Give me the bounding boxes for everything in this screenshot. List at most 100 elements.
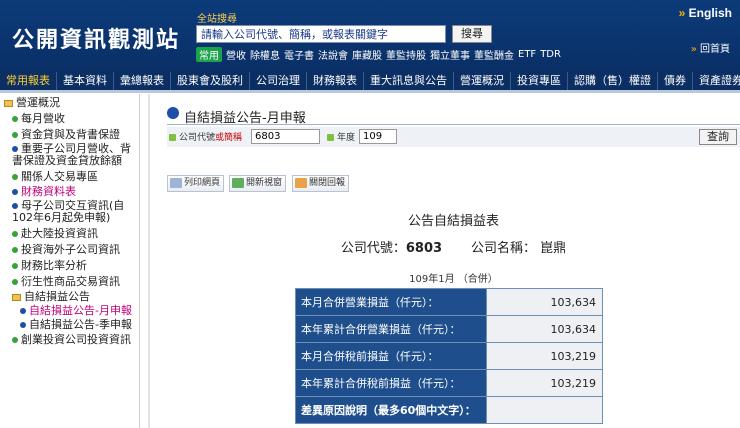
- sidebar-item-operations[interactable]: 營運概況: [4, 97, 60, 109]
- self-assessed-income-table: 本月合併營業損益（仟元）： 103,634 本年累計合併營業損益（仟元）： 10…: [295, 288, 603, 424]
- sidebar-item-overseas-investment[interactable]: 投資海外子公司資訊: [12, 244, 120, 256]
- table-row: 差異原因說明（最多60個中文字）：: [295, 396, 603, 424]
- quick-link[interactable]: 董監酬金: [474, 47, 514, 62]
- quick-link[interactable]: 董監持股: [386, 47, 426, 62]
- sidebar-item-label: 自結損益公告: [24, 290, 90, 303]
- nav-item-common-reports[interactable]: 常用報表: [0, 72, 57, 90]
- sidebar-item-label: 自結損益公告-月申報: [29, 304, 132, 317]
- sidebar-divider: [148, 94, 150, 428]
- bullet-icon: [12, 146, 18, 152]
- bullet-icon: [12, 203, 18, 209]
- sidebar-item-subsidiary-revenue[interactable]: 重要子公司月營收、背書保證及資金貸放餘額: [12, 143, 138, 167]
- query-button[interactable]: 查詢: [699, 129, 737, 145]
- sidebar-item-label: 資金貸與及背書保證: [21, 128, 120, 141]
- nav-item-investment[interactable]: 投資專區: [511, 72, 568, 90]
- close-window-icon: [295, 177, 307, 188]
- double-chevron-icon: »: [690, 44, 697, 55]
- quick-link[interactable]: 庫藏股: [352, 47, 382, 62]
- sidebar-item-lending[interactable]: 資金貸與及背書保證: [12, 129, 120, 141]
- sidebar-item-label: 財務資料表: [21, 185, 76, 198]
- nav-item-summary-reports[interactable]: 彙總報表: [114, 72, 171, 90]
- company-name-caption: 公司名稱：: [470, 241, 536, 256]
- leaf-icon: [12, 132, 18, 138]
- nav-item-financials[interactable]: 財務報表: [307, 72, 364, 90]
- sidebar-item-financial-data[interactable]: 財務資料表: [12, 186, 76, 198]
- row-value: [486, 396, 603, 424]
- double-chevron-icon: »: [678, 6, 686, 20]
- leaf-icon: [12, 231, 18, 237]
- plus-icon: [169, 134, 176, 141]
- table-row: 本年累計合併稅前損益（仟元）： 103,219: [295, 369, 603, 397]
- english-link[interactable]: » English: [679, 6, 732, 20]
- printer-icon: [170, 177, 182, 188]
- page-title: 自結損益公告-月申報: [184, 111, 306, 126]
- query-bar: 公司代號或簡稱 年度 查詢: [167, 127, 740, 147]
- nav-divider: [0, 90, 740, 93]
- new-window-button[interactable]: 開新視窗: [229, 175, 287, 192]
- sidebar-item-venture-capital[interactable]: 創業投資公司投資資訊: [12, 334, 131, 346]
- close-report-button-label: 關閉回報: [309, 178, 346, 188]
- row-label: 本月合併稅前損益（仟元）：: [295, 342, 487, 370]
- nav-item-shareholders[interactable]: 股東會及股利: [171, 72, 250, 90]
- nav-item-operations[interactable]: 營運概況: [454, 72, 511, 90]
- site-logo[interactable]: 公開資訊觀測站: [12, 22, 180, 54]
- quick-link[interactable]: 除權息: [250, 47, 280, 62]
- nav-item-announcements[interactable]: 重大訊息與公告: [364, 72, 454, 90]
- quick-link[interactable]: 法說會: [318, 47, 348, 62]
- sidebar-item-label: 營運概況: [16, 96, 60, 109]
- page-title-bar: 自結損益公告-月申報: [167, 105, 740, 126]
- quick-links-badge: 常用: [196, 47, 222, 62]
- new-window-icon: [232, 177, 244, 188]
- search-label: 全站搜尋: [197, 14, 237, 25]
- leaf-icon: [12, 174, 18, 180]
- sidebar-item-china-investment[interactable]: 赴大陸投資資訊: [12, 228, 98, 240]
- leaf-icon: [12, 247, 18, 253]
- leaf-icon: [12, 337, 18, 343]
- close-report-button[interactable]: 關閉回報: [292, 175, 350, 192]
- row-value: 103,219: [486, 342, 603, 370]
- home-link-label: 回首頁: [700, 44, 730, 55]
- leaf-icon: [12, 263, 18, 269]
- sidebar-item-self-assessed-monthly[interactable]: 自結損益公告-月申報: [20, 305, 132, 317]
- print-button[interactable]: 列印網頁: [167, 175, 225, 192]
- quick-link[interactable]: TDR: [540, 49, 561, 60]
- sidebar-item-label: 投資海外子公司資訊: [21, 243, 120, 256]
- folder-open-icon: [4, 99, 13, 107]
- row-label: 本年累計合併稅前損益（仟元）：: [295, 369, 487, 397]
- globe-icon: [167, 107, 179, 119]
- search-button[interactable]: 搜尋: [452, 25, 492, 43]
- quick-link[interactable]: ETF: [518, 49, 536, 60]
- quick-link[interactable]: 獨立董事: [430, 47, 470, 62]
- quick-link[interactable]: 營收: [226, 47, 246, 62]
- nav-item-basic-data[interactable]: 基本資料: [57, 72, 114, 90]
- sidebar-item-label: 衍生性商品交易資訊: [21, 275, 120, 288]
- home-link[interactable]: » 回首頁: [691, 40, 730, 55]
- bullet-icon: [12, 189, 18, 195]
- sidebar-item-related-party[interactable]: 關係人交易專區: [12, 171, 98, 183]
- search-input[interactable]: [196, 25, 446, 43]
- sidebar-item-derivatives[interactable]: 衍生性商品交易資訊: [12, 276, 120, 288]
- nav-item-warrants[interactable]: 認購（售）權證: [568, 72, 658, 90]
- sidebar-item-ratio-analysis[interactable]: 財務比率分析: [12, 260, 87, 272]
- nav-item-bonds[interactable]: 債券: [658, 72, 693, 90]
- sidebar-item-monthly-revenue[interactable]: 每月營收: [12, 113, 65, 125]
- year-input[interactable]: [359, 129, 397, 144]
- quick-link[interactable]: 電子書: [284, 47, 314, 62]
- sidebar-item-self-assessed-quarterly[interactable]: 自結損益公告-季申報: [20, 319, 132, 331]
- site-header: 公開資訊觀測站 全站搜尋 搜尋 常用 營收 除權息 電子書 法說會 庫藏股 董監…: [0, 0, 740, 72]
- company-info: 公司代號：6803 公司名稱： 崑鼎: [167, 237, 740, 256]
- bullet-icon: [20, 308, 26, 314]
- sidebar-item-label: 每月營收: [21, 112, 65, 125]
- leaf-icon: [12, 279, 18, 285]
- table-row: 本月合併營業損益（仟元）： 103,634: [295, 288, 603, 316]
- sidebar-item-self-assessed[interactable]: 自結損益公告: [12, 291, 90, 303]
- sidebar-item-label: 赴大陸投資資訊: [21, 227, 98, 240]
- nav-item-securitization[interactable]: 資產證券化: [693, 72, 740, 90]
- english-link-label: English: [688, 6, 732, 20]
- plus-icon: [327, 134, 334, 141]
- row-value: 103,634: [486, 288, 603, 316]
- nav-item-governance[interactable]: 公司治理: [250, 72, 307, 90]
- sidebar-item-parent-subsidiary[interactable]: 母子公司交互資訊(自102年6月起免申報): [12, 200, 138, 224]
- company-code-input[interactable]: [251, 129, 320, 144]
- bullet-icon: [20, 322, 26, 328]
